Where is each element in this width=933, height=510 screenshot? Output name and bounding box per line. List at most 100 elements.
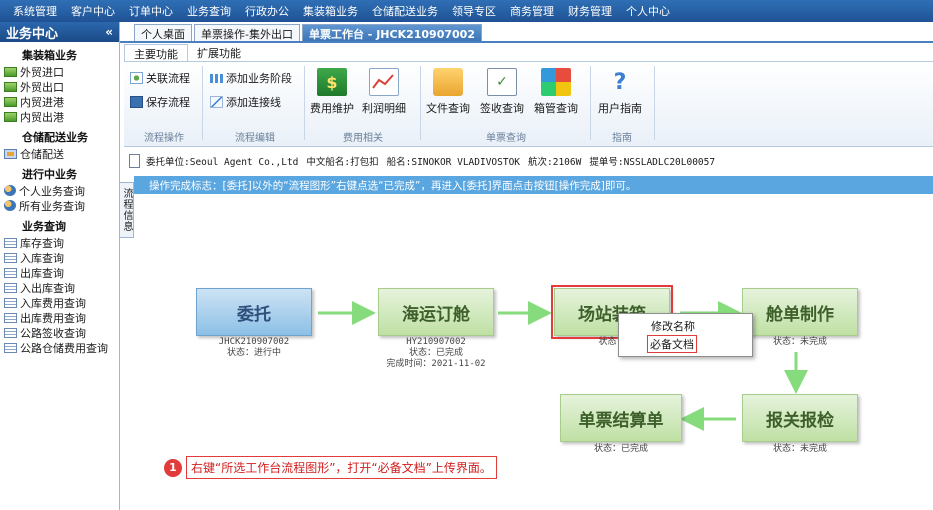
ribbon-group-guide: ? 用户指南 指南 — [594, 68, 650, 145]
nav-label: 个人业务查询 — [19, 184, 85, 198]
flow-node-cangdan[interactable]: 舱单制作 — [742, 288, 858, 336]
nav-label: 内贸出港 — [20, 110, 64, 124]
shipment-info-bar: 委托单位:Seoul Agent Co.,Ltd 中文船名:打包扣 船名:SIN… — [124, 150, 933, 172]
nav-label: 库存查询 — [20, 236, 64, 250]
add-stage-button[interactable]: 添加业务阶段 — [210, 68, 300, 88]
nav-domestic-out[interactable]: 内贸出港 — [0, 109, 119, 124]
folder-icon — [4, 96, 17, 107]
nav-domestic-in[interactable]: 内贸进港 — [0, 94, 119, 109]
nav-inout-query[interactable]: 入出库查询 — [0, 280, 119, 295]
nav-outbound-query[interactable]: 出库查询 — [0, 265, 119, 280]
folder-icon — [4, 81, 17, 92]
add-connector-button[interactable]: 添加连接线 — [210, 92, 300, 112]
menu-admin[interactable]: 行政办公 — [238, 3, 296, 19]
tab-flow-info[interactable]: 流程信息 — [120, 182, 134, 238]
save-flow-button[interactable]: 保存流程 — [130, 92, 198, 112]
menu-customer[interactable]: 客户中心 — [64, 3, 122, 19]
ribbon-tabs: 主要功能 扩展功能 — [124, 44, 250, 62]
instruction-callout: 1 右键“所选工作台流程图形”，打开“必备文档”上传界面。 — [164, 456, 497, 479]
document-icon — [129, 154, 140, 168]
node-status: 状态：未完成 — [772, 444, 827, 454]
nav-personal-business[interactable]: 个人业务查询 — [0, 183, 119, 198]
nav-outbound-fee-query[interactable]: 出库费用查询 — [0, 310, 119, 325]
menu-leader[interactable]: 领导专区 — [445, 3, 503, 19]
nav-foreign-export[interactable]: 外贸出口 — [0, 79, 119, 94]
nav-foreign-import[interactable]: 外贸进口 — [0, 64, 119, 79]
flow-node-weituo[interactable]: 委托 — [196, 288, 312, 336]
file-query-button[interactable]: 文件查询 — [426, 68, 470, 116]
nav-label: 外贸出口 — [20, 80, 64, 94]
menu-warehouse[interactable]: 仓储配送业务 — [365, 3, 445, 19]
node-status: 状态：已完成 — [593, 444, 648, 454]
document-icon — [4, 297, 17, 308]
group-title-container: 集装箱业务 — [22, 49, 77, 62]
callout-text: 右键“所选工作台流程图形”，打开“必备文档”上传界面。 — [186, 456, 497, 479]
menu-system[interactable]: 系统管理 — [6, 3, 64, 19]
menu-container[interactable]: 集装箱业务 — [296, 3, 365, 19]
user-guide-button[interactable]: ? 用户指南 — [598, 68, 642, 116]
ribbon-divider — [304, 66, 305, 140]
nav-label: 入库查询 — [20, 251, 64, 265]
nav-road-storage-fee-query[interactable]: 公路仓储费用查询 — [0, 340, 119, 355]
flow-node-jiesuan[interactable]: 单票结算单 — [560, 394, 682, 442]
nav-inbound-query[interactable]: 入库查询 — [0, 250, 119, 265]
add-connector-label: 添加连接线 — [226, 96, 281, 109]
nav-label: 仓储配送 — [20, 147, 64, 161]
warehouse-icon — [4, 148, 17, 159]
info-client: 委托单位:Seoul Agent Co.,Ltd — [146, 157, 299, 168]
document-icon — [4, 282, 17, 293]
ribbon-divider — [202, 66, 203, 140]
link-flow-button[interactable]: 关联流程 — [130, 68, 198, 88]
ribbon-group-flow-ops: 关联流程 保存流程 流程操作 — [130, 68, 198, 144]
flow-node-jiesuan-meta: 状态：已完成 — [560, 444, 682, 455]
folder-icon — [4, 66, 17, 77]
node-id: HY210907002 — [406, 337, 466, 347]
profit-detail-button[interactable]: 利润明细 — [362, 68, 406, 116]
save-flow-label: 保存流程 — [146, 96, 190, 109]
menu-order[interactable]: 订单中心 — [122, 3, 180, 19]
collapse-icon[interactable]: « — [105, 25, 113, 39]
menu-business-query[interactable]: 业务查询 — [180, 3, 238, 19]
flow-node-haiyun-meta: HY210907002 状态：已完成 完成时间：2021-11-02 — [378, 337, 494, 370]
nav-label: 内贸进港 — [20, 95, 64, 109]
nav-warehouse-delivery[interactable]: 仓储配送 — [0, 146, 119, 161]
flow-node-baoguan-meta: 状态：未完成 — [742, 444, 858, 455]
info-voyage: 航次:2106W — [528, 157, 582, 168]
callout-number: 1 — [164, 458, 182, 477]
nav-stock-query[interactable]: 库存查询 — [0, 235, 119, 250]
menu-finance[interactable]: 财务管理 — [561, 3, 619, 19]
nav-road-receipt-query[interactable]: 公路签收查询 — [0, 325, 119, 340]
sidebar-title: 业务中心 — [6, 26, 59, 42]
menu-personal[interactable]: 个人中心 — [619, 3, 677, 19]
ctx-required-docs[interactable]: 必备文档 — [619, 335, 752, 353]
info-ship: 船名:SINOKOR VLADIVOSTOK — [386, 157, 521, 168]
group-label-flow-edit: 流程编辑 — [235, 133, 275, 144]
context-menu: 修改名称 必备文档 — [618, 313, 753, 357]
flow-node-baoguan[interactable]: 报关报检 — [742, 394, 858, 442]
fee-maintain-button[interactable]: $ 费用维护 — [310, 68, 354, 116]
ribbon-tab-extended[interactable]: 扩展功能 — [188, 44, 250, 62]
nav-inbound-fee-query[interactable]: 入库费用查询 — [0, 295, 119, 310]
flow-node-haiyun[interactable]: 海运订舱 — [378, 288, 494, 336]
menu-commerce[interactable]: 商务管理 — [503, 3, 561, 19]
tab-single-workbench[interactable]: 单票工作台 - JHCK210907002 — [301, 24, 482, 42]
document-icon — [4, 267, 17, 278]
add-stage-label: 添加业务阶段 — [226, 72, 292, 85]
container-query-button[interactable]: 箱管查询 — [534, 68, 578, 116]
container-query-label: 箱管查询 — [534, 102, 578, 115]
info-cn-ship: 中文船名:打包扣 — [306, 157, 379, 168]
receipt-query-label: 签收查询 — [480, 102, 524, 115]
save-icon — [130, 96, 143, 108]
ribbon-tab-main[interactable]: 主要功能 — [124, 44, 188, 62]
tab-personal-desktop[interactable]: 个人桌面 — [134, 24, 192, 42]
nav-all-business[interactable]: 所有业务查询 — [0, 198, 119, 213]
tab-single-op-export[interactable]: 单票操作-集外出口 — [194, 24, 300, 42]
file-query-label: 文件查询 — [426, 102, 470, 115]
receipt-query-button[interactable]: ✓ 签收查询 — [480, 68, 524, 116]
document-tabs: 个人桌面 单票操作-集外出口 单票工作台 - JHCK210907002 — [134, 24, 482, 42]
ctx-rename[interactable]: 修改名称 — [619, 317, 752, 335]
help-icon: ? — [613, 69, 627, 95]
grid-icon — [541, 68, 571, 96]
node-status: 状态：进行中 — [226, 348, 281, 358]
tab-underline — [120, 41, 933, 43]
